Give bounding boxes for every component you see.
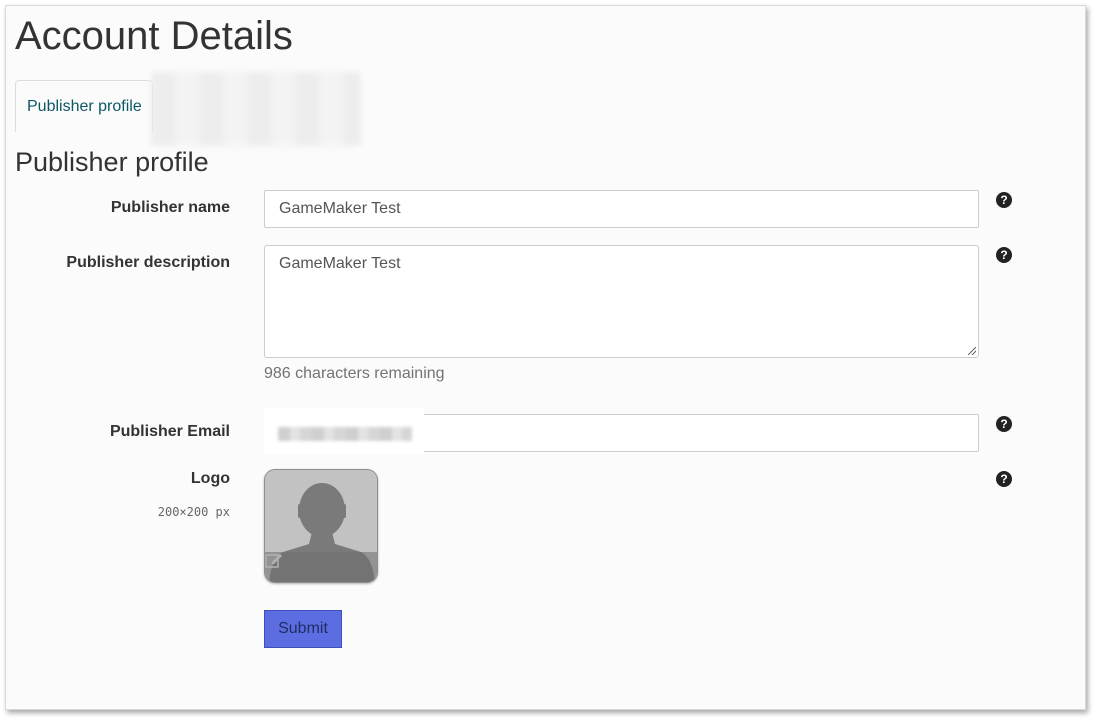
question-circle-icon[interactable]: ? — [996, 192, 1012, 208]
publisher-email-label: Publisher Email — [109, 423, 230, 440]
redacted-email — [264, 408, 424, 454]
redacted-email-text — [278, 427, 412, 441]
tab-label: Publisher profile — [27, 97, 142, 115]
logo-upload[interactable] — [264, 469, 378, 583]
logo-size-hint: 200×200 px — [157, 505, 230, 519]
submit-button[interactable]: Submit — [264, 610, 342, 648]
question-circle-icon[interactable]: ? — [996, 471, 1012, 487]
account-details-panel: Account Details Publisher profile Publis… — [5, 5, 1086, 710]
section-title: Publisher profile — [15, 147, 209, 177]
logo-label: Logo — [190, 470, 230, 487]
resize-grip-icon[interactable] — [968, 347, 976, 355]
publisher-name-label: Publisher name — [110, 199, 230, 216]
question-circle-icon[interactable]: ? — [996, 247, 1012, 263]
edit-icon — [265, 554, 282, 568]
characters-remaining: 986 characters remaining — [264, 365, 445, 382]
question-circle-icon[interactable]: ? — [996, 416, 1012, 432]
redacted-tabs — [151, 72, 361, 146]
tab-publisher-profile[interactable]: Publisher profile — [15, 80, 153, 132]
publisher-name-input[interactable] — [264, 190, 979, 228]
publisher-description-label: Publisher description — [66, 254, 230, 271]
publisher-description-textarea[interactable]: GameMaker Test — [264, 245, 979, 358]
logo-edit-bar[interactable] — [265, 552, 377, 582]
page-title: Account Details — [15, 14, 293, 58]
publisher-description-value: GameMaker Test — [279, 255, 401, 272]
tab-bar: Publisher profile — [15, 72, 375, 146]
